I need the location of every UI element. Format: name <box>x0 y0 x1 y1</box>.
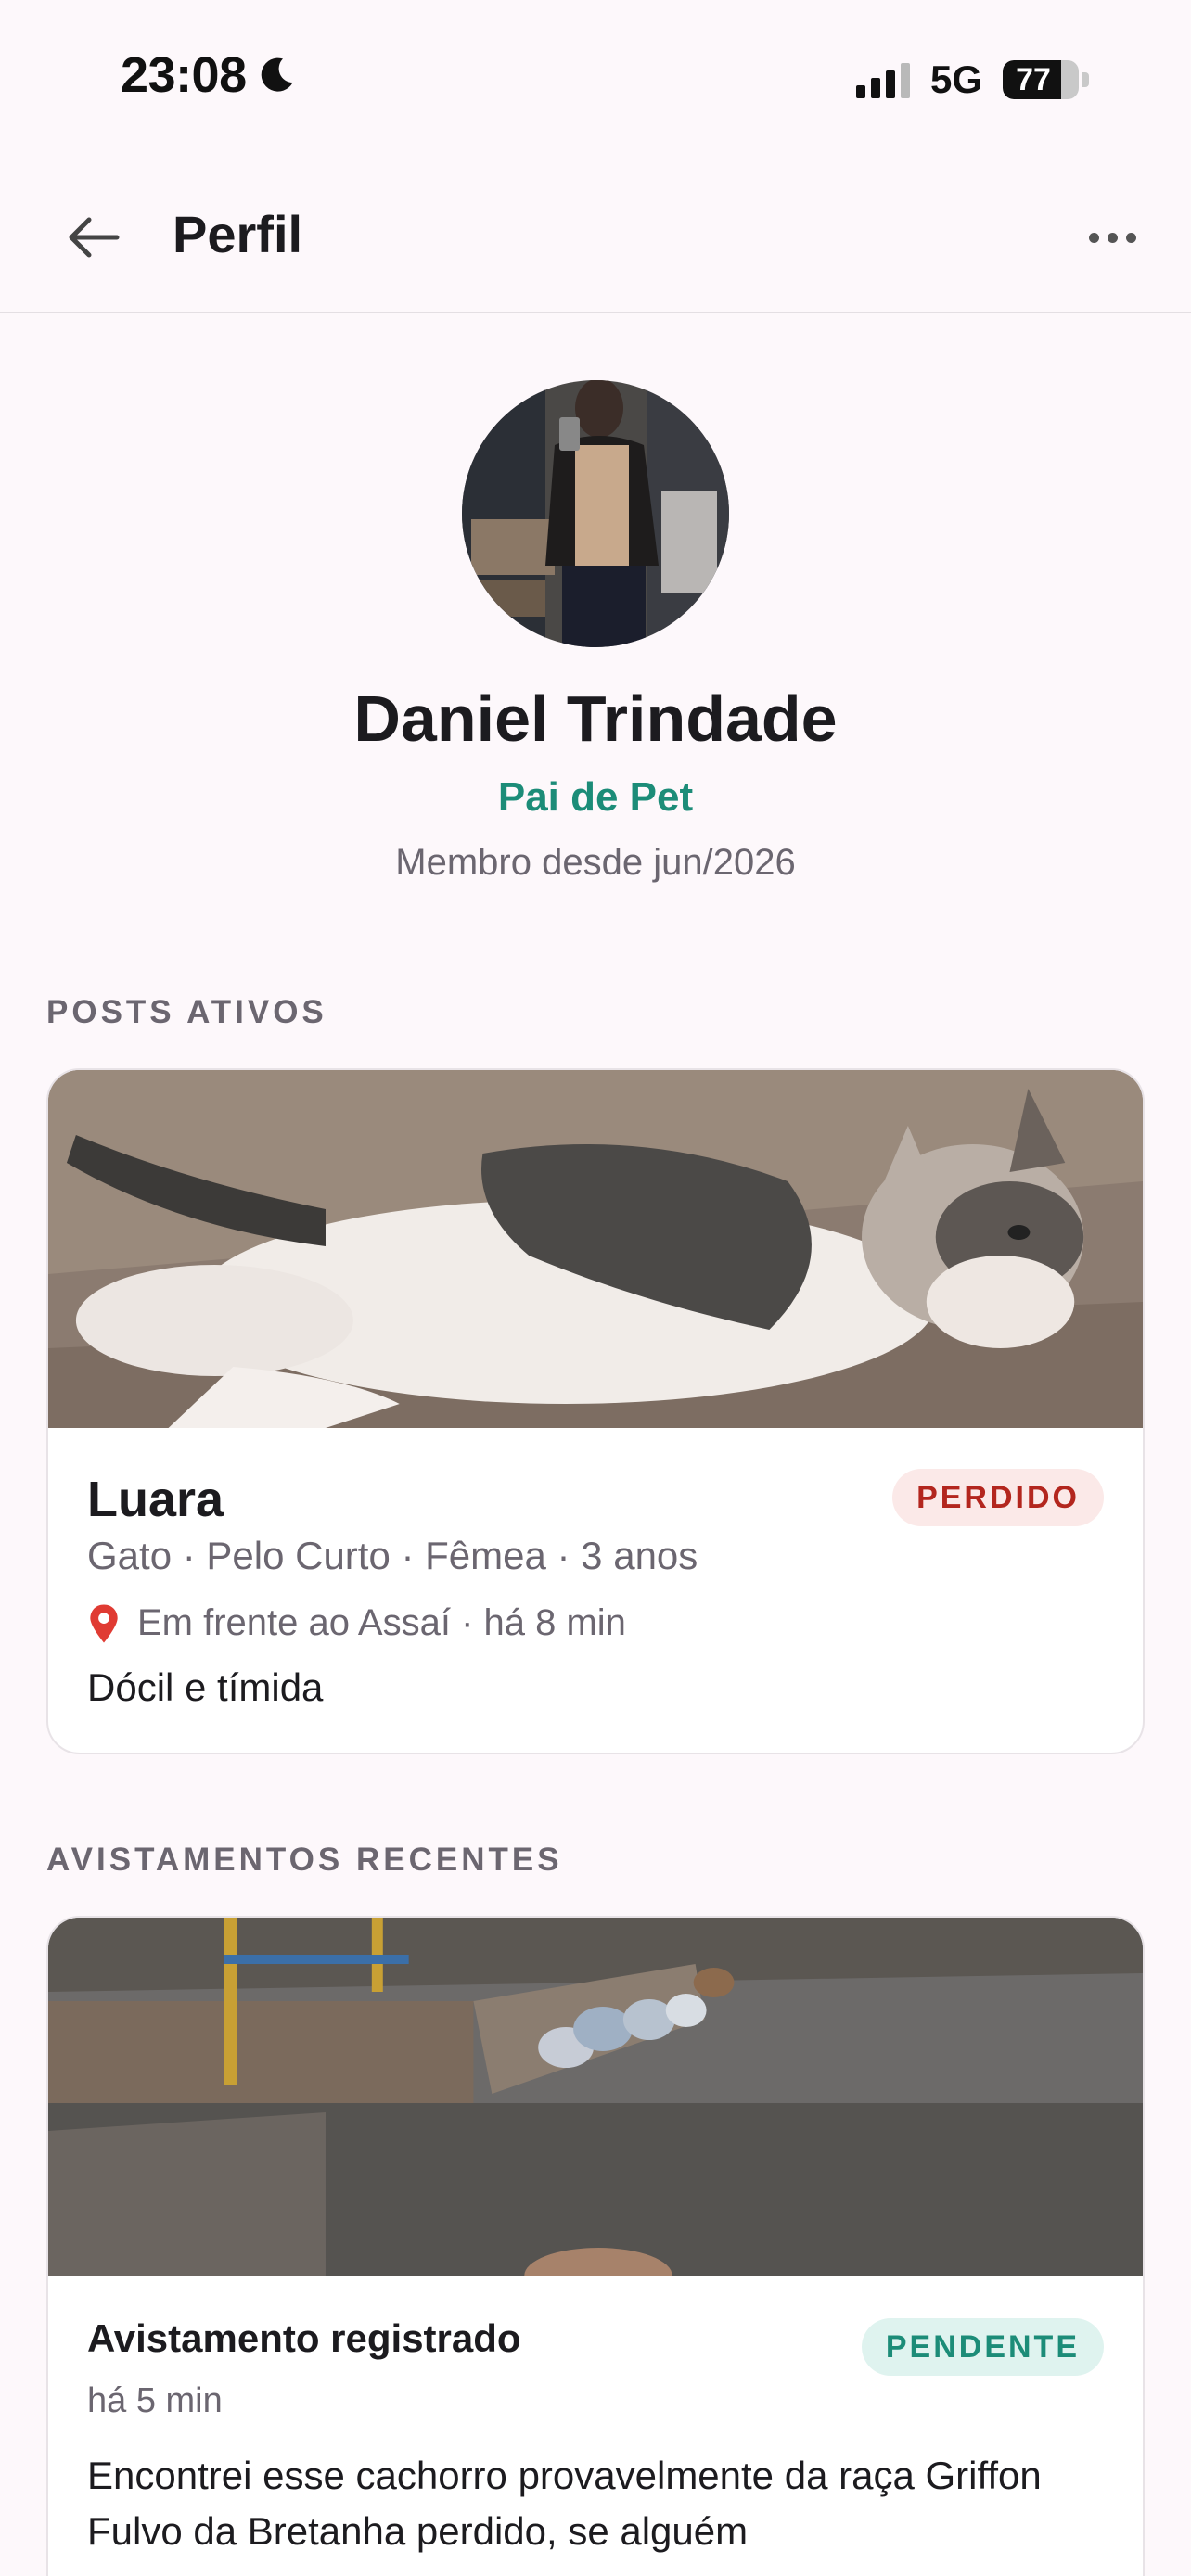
signal-icon <box>855 61 910 98</box>
network-type: 5G <box>929 57 982 101</box>
avatar <box>462 380 729 647</box>
battery-tip <box>1082 72 1089 87</box>
pet-location-text: Em frente ao Assaí · há 8 min <box>137 1602 626 1643</box>
sighting-time: há 5 min <box>87 2381 223 2420</box>
pet-description: Dócil e tímida <box>87 1665 324 1709</box>
active-post-card[interactable]: Luara PERDIDO Gato · Pelo Curto · Fêmea … <box>46 1068 1145 1754</box>
status-badge: PERDIDO <box>892 1469 1104 1526</box>
pet-name: Luara <box>87 1472 224 1527</box>
back-button[interactable] <box>56 200 130 274</box>
page-title: Perfil <box>173 205 303 263</box>
battery-level: 77 <box>1016 62 1051 97</box>
sighting-card[interactable]: Avistamento registrado PENDENTE há 5 min… <box>46 1916 1145 2576</box>
status-indicators: 5G 77 <box>855 57 1089 102</box>
sighting-description: Encontrei esse cachorro provavelmente da… <box>87 2454 1042 2553</box>
avatar-photo <box>462 380 729 647</box>
back-arrow-icon <box>69 217 120 258</box>
status-badge: PENDENTE <box>861 2318 1104 2376</box>
pet-photo <box>48 1070 1143 1428</box>
more-icon-dot <box>1107 232 1118 243</box>
sighting-title: Avistamento registrado <box>87 2316 521 2360</box>
status-bar: 23:08 5G 77 <box>0 0 1191 158</box>
location-pin-icon <box>90 1603 118 1643</box>
more-icon-dot <box>1088 232 1099 243</box>
member-since: Membro desde jun/2026 <box>395 842 796 883</box>
app-bar: Perfil <box>0 158 1191 313</box>
section-recent-sightings: AVISTAMENTOS RECENTES <box>46 1842 563 1878</box>
pet-location: Em frente ao Assaí · há 8 min <box>87 1602 626 1644</box>
profile-name: Daniel Trindade <box>353 682 838 755</box>
sighting-photo <box>48 1918 1143 2276</box>
status-time-text: 23:08 <box>121 47 247 103</box>
more-icon-dot <box>1125 232 1136 243</box>
section-active-posts: POSTS ATIVOS <box>46 994 327 1030</box>
pet-meta: Gato · Pelo Curto · Fêmea · 3 anos <box>87 1534 698 1577</box>
battery-icon: 77 <box>1003 60 1079 99</box>
status-time: 23:08 <box>121 46 299 104</box>
more-options-button[interactable] <box>1070 200 1154 274</box>
moon-icon <box>261 57 293 92</box>
profile-role: Pai de Pet <box>497 774 694 820</box>
